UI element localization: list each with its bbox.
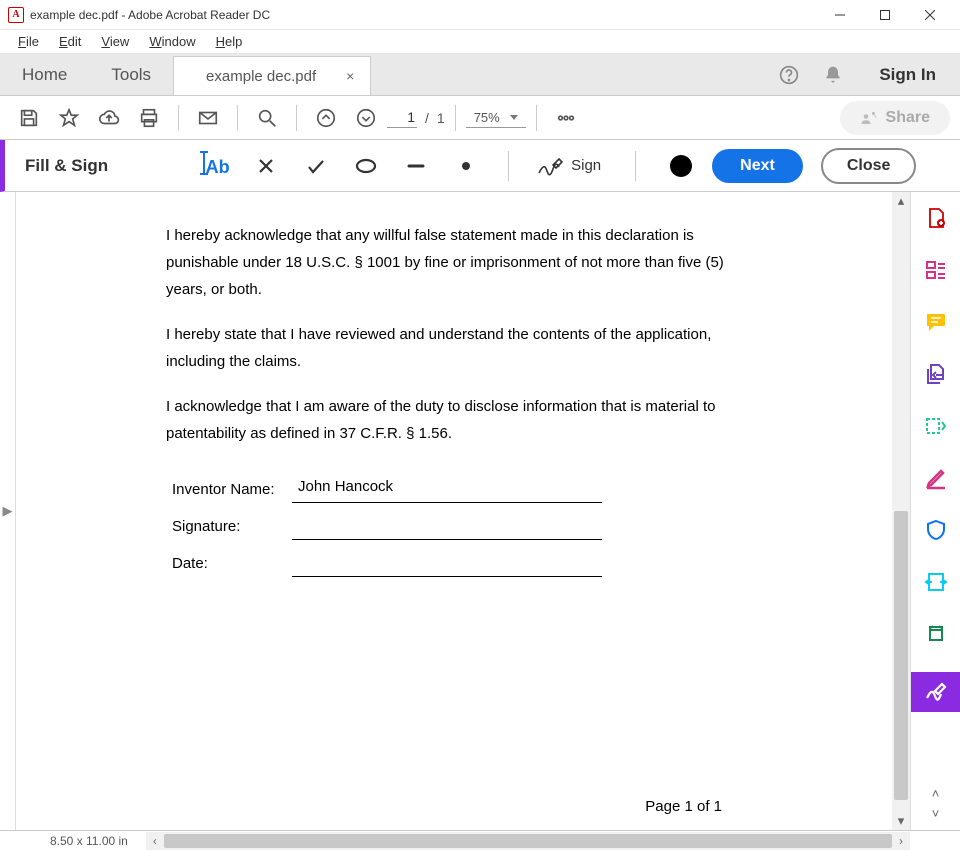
document-tab[interactable]: example dec.pdf × — [173, 56, 371, 95]
help-icon[interactable] — [767, 54, 811, 95]
vertical-scrollbar[interactable]: ▴ ▾ — [892, 192, 910, 830]
circle-tool[interactable] — [344, 146, 388, 186]
close-window-button[interactable] — [907, 1, 952, 29]
panel-down-arrow[interactable]: ˅ — [932, 806, 940, 826]
export-pdf-icon[interactable] — [922, 568, 950, 596]
left-panel-toggle[interactable]: ▶ — [0, 192, 16, 830]
close-button[interactable]: Close — [821, 148, 917, 184]
more-options-icon[interactable] — [547, 99, 585, 137]
edit-pdf-icon[interactable] — [922, 464, 950, 492]
document-area: ▶ I hereby acknowledge that any willful … — [0, 192, 960, 830]
menu-file[interactable]: File — [8, 32, 49, 51]
paragraph-1: I hereby acknowledge that any willful fa… — [166, 222, 736, 303]
fill-sign-toolbar: Fill & Sign Ab Sign Next Close — [0, 140, 960, 192]
inventor-value[interactable]: John Hancock — [292, 473, 602, 503]
page-up-icon[interactable] — [307, 99, 345, 137]
sign-in-button[interactable]: Sign In — [855, 54, 960, 95]
home-button[interactable]: Home — [0, 54, 89, 95]
window-title: example dec.pdf - Adobe Acrobat Reader D… — [30, 8, 817, 22]
horizontal-scrollbar[interactable]: ‹ › — [146, 832, 910, 850]
date-value[interactable] — [292, 555, 602, 577]
menu-help[interactable]: Help — [206, 32, 253, 51]
page-dimensions: 8.50 x 11.00 in — [50, 834, 140, 848]
signature-value[interactable] — [292, 518, 602, 540]
inventor-row: Inventor Name: John Hancock — [172, 473, 862, 503]
titlebar: A example dec.pdf - Adobe Acrobat Reader… — [0, 0, 960, 30]
page-footer: Page 1 of 1 — [645, 793, 722, 820]
scroll-thumb[interactable] — [894, 511, 908, 800]
create-pdf-icon[interactable] — [922, 204, 950, 232]
date-label: Date: — [172, 550, 292, 577]
dot-tool[interactable] — [444, 146, 488, 186]
organize-pages-icon[interactable] — [922, 256, 950, 284]
comment-icon[interactable] — [922, 308, 950, 336]
menu-edit[interactable]: Edit — [49, 32, 91, 51]
toolbar: / 1 75% Share — [0, 96, 960, 140]
scroll-up-arrow[interactable]: ▴ — [898, 192, 905, 210]
combine-files-icon[interactable] — [922, 360, 950, 388]
find-icon[interactable] — [248, 99, 286, 137]
protect-icon[interactable] — [922, 516, 950, 544]
check-mark-tool[interactable] — [294, 146, 338, 186]
scroll-right-arrow[interactable]: › — [892, 834, 910, 848]
tools-button[interactable]: Tools — [89, 54, 173, 95]
window-controls — [817, 1, 952, 29]
page-number-input[interactable] — [387, 107, 417, 128]
menubar: File Edit View Window Help — [0, 30, 960, 54]
share-button[interactable]: Share — [840, 101, 950, 135]
sign-dropdown[interactable]: Sign — [529, 155, 615, 177]
topbar: Home Tools example dec.pdf × Sign In — [0, 54, 960, 96]
menu-view[interactable]: View — [91, 32, 139, 51]
compress-icon[interactable] — [922, 412, 950, 440]
menu-window[interactable]: Window — [139, 32, 205, 51]
statusbar: 8.50 x 11.00 in ‹ › — [0, 830, 960, 850]
inventor-label: Inventor Name: — [172, 476, 292, 503]
date-row: Date: — [172, 550, 862, 577]
right-tool-panel: ˄ ˅ — [910, 192, 960, 830]
fill-sign-title: Fill & Sign — [25, 156, 108, 176]
print-icon[interactable] — [130, 99, 168, 137]
chevron-down-icon — [510, 115, 518, 120]
cloud-upload-icon[interactable] — [90, 99, 128, 137]
next-button[interactable]: Next — [712, 149, 803, 183]
save-icon[interactable] — [10, 99, 48, 137]
zoom-dropdown[interactable]: 75% — [466, 108, 526, 128]
page-down-icon[interactable] — [347, 99, 385, 137]
color-picker[interactable] — [670, 155, 692, 177]
star-icon[interactable] — [50, 99, 88, 137]
scroll-down-arrow[interactable]: ▾ — [898, 812, 905, 830]
signature-label: Signature: — [172, 513, 292, 540]
document-viewport[interactable]: I hereby acknowledge that any willful fa… — [16, 192, 892, 830]
document-tab-label: example dec.pdf — [206, 68, 316, 85]
hscroll-thumb[interactable] — [164, 834, 892, 848]
document-page: I hereby acknowledge that any willful fa… — [16, 192, 892, 830]
page-separator: / — [425, 110, 429, 126]
signature-row: Signature: — [172, 513, 862, 540]
email-icon[interactable] — [189, 99, 227, 137]
minimize-button[interactable] — [817, 1, 862, 29]
convert-icon[interactable] — [922, 620, 950, 648]
close-tab-button[interactable]: × — [346, 68, 354, 84]
page-total: 1 — [437, 110, 445, 126]
notifications-icon[interactable] — [811, 54, 855, 95]
maximize-button[interactable] — [862, 1, 907, 29]
cross-mark-tool[interactable] — [244, 146, 288, 186]
fill-sign-panel-icon[interactable] — [911, 672, 960, 712]
paragraph-2: I hereby state that I have reviewed and … — [166, 321, 736, 375]
paragraph-3: I acknowledge that I am aware of the dut… — [166, 393, 736, 447]
acrobat-app-icon: A — [8, 7, 24, 23]
scroll-left-arrow[interactable]: ‹ — [146, 834, 164, 848]
add-text-tool[interactable]: Ab — [194, 146, 238, 186]
line-tool[interactable] — [394, 146, 438, 186]
panel-up-arrow[interactable]: ˄ — [932, 786, 940, 806]
